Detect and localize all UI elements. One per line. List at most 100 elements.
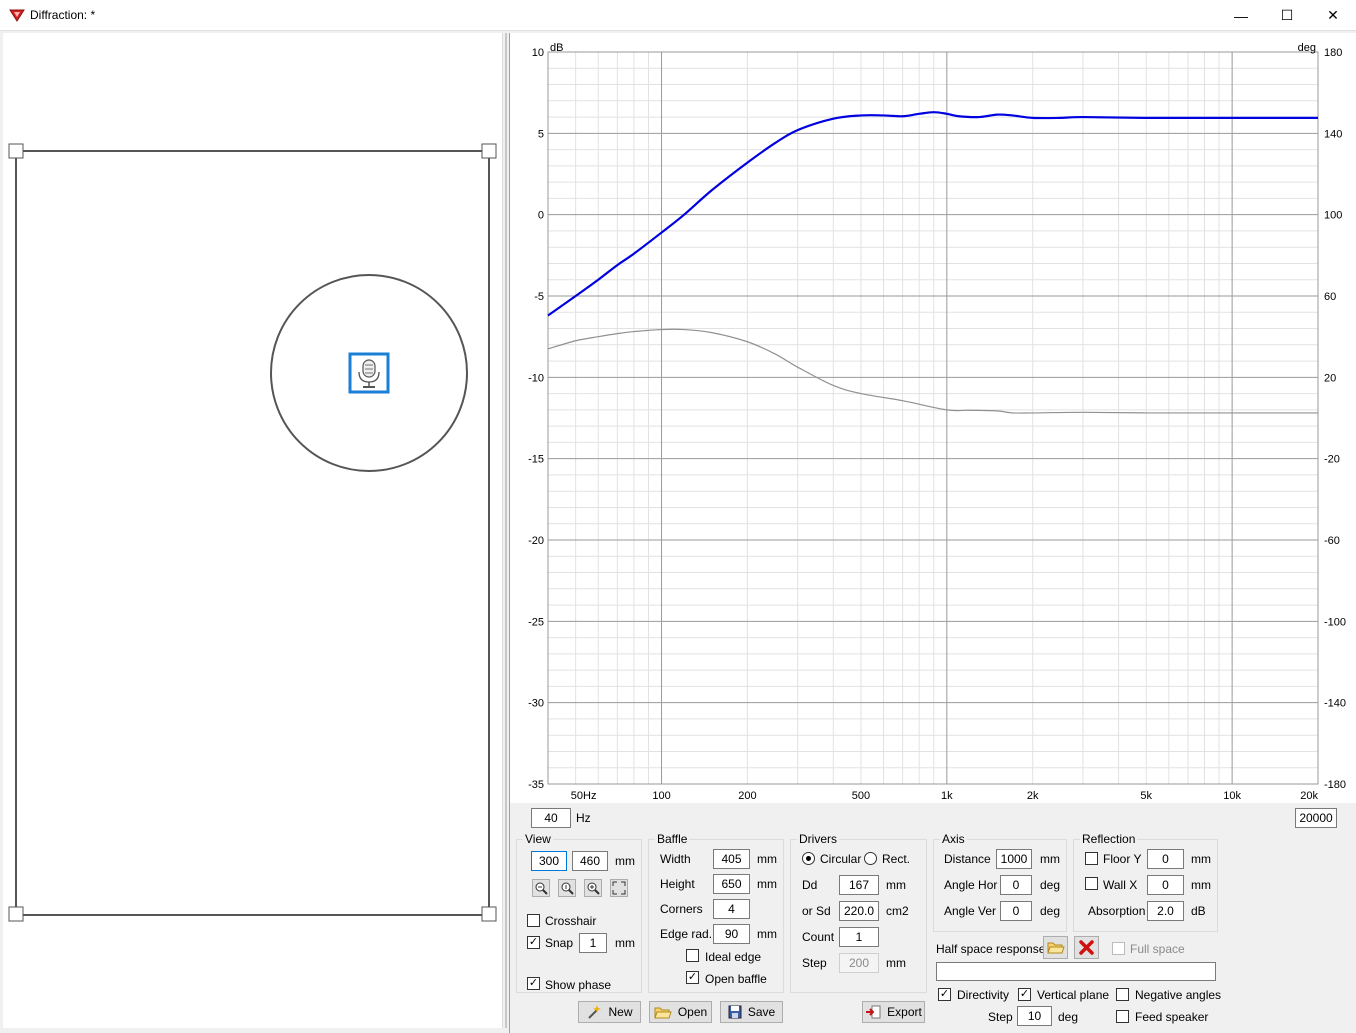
full-space-label: Full space — [1130, 942, 1185, 956]
angle-hor-input[interactable]: 0 — [1000, 875, 1032, 895]
rect-label: Rect. — [882, 852, 911, 866]
freq-min-input[interactable]: 40 — [531, 808, 571, 828]
view-width-input[interactable]: 300 — [531, 851, 567, 871]
full-space-checkbox[interactable] — [1112, 942, 1125, 955]
view-group: View 300 460 mm Crosshair ✓ Snap 1 mm ✓ … — [516, 832, 642, 993]
zoom-reset-button[interactable] — [558, 879, 576, 897]
edge-rad-unit: mm — [757, 927, 777, 941]
feed-speaker-checkbox[interactable] — [1116, 1010, 1129, 1023]
distance-input[interactable]: 1000 — [996, 849, 1032, 869]
minimize-button[interactable]: — — [1218, 0, 1264, 31]
step-label: Step — [802, 956, 827, 970]
show-phase-checkbox[interactable]: ✓ — [527, 977, 540, 990]
y-left-tick-label: 5 — [538, 128, 544, 140]
maximize-button[interactable]: ☐ — [1264, 0, 1310, 31]
floor-checkbox[interactable] — [1085, 852, 1098, 865]
baffle-outline[interactable] — [15, 150, 490, 916]
hz-label: Hz — [576, 811, 591, 825]
angle-ver-input[interactable]: 0 — [1000, 901, 1032, 921]
baffle-canvas[interactable] — [3, 33, 503, 1028]
resize-handle-top-left[interactable] — [8, 143, 24, 159]
close-button[interactable]: ✕ — [1310, 0, 1356, 31]
wall-label: Wall X — [1103, 878, 1138, 892]
resize-handle-top-right[interactable] — [481, 143, 497, 159]
step-unit: mm — [886, 956, 906, 970]
baffle-width-label: Width — [660, 852, 691, 866]
freq-max-input[interactable]: 20000 — [1295, 808, 1337, 828]
y-right-tick-label: -20 — [1324, 454, 1340, 466]
fit-view-button[interactable] — [610, 879, 628, 897]
resize-handle-bottom-right[interactable] — [481, 906, 497, 922]
y-left-tick-label: 0 — [538, 210, 544, 222]
microphone-icon[interactable] — [348, 352, 390, 394]
delete-icon — [1079, 940, 1094, 955]
corners-label: Corners — [660, 902, 703, 916]
wall-unit: mm — [1191, 878, 1211, 892]
right-panel: 10 5 0 -5 -10 -15 -20 -25 -30 -35 180 140 100 60 20 -20… — [509, 33, 1356, 1033]
y-right-tick-label: 20 — [1324, 372, 1336, 384]
edge-rad-input[interactable]: 90 — [713, 924, 750, 944]
absorption-input[interactable]: 2.0 — [1147, 901, 1184, 921]
view-unit-label: mm — [615, 854, 635, 868]
open-button[interactable]: Open — [649, 1001, 712, 1023]
circular-radio[interactable] — [802, 852, 815, 865]
snap-input[interactable]: 1 — [579, 933, 607, 953]
negative-angles-checkbox[interactable] — [1116, 988, 1129, 1001]
baffle-height-input[interactable]: 650 — [713, 874, 750, 894]
drivers-group-title: Drivers — [797, 832, 839, 846]
distance-unit: mm — [1040, 852, 1060, 866]
y-right-tick-label: -60 — [1324, 535, 1340, 547]
snap-label: Snap — [545, 936, 574, 950]
half-space-delete-button[interactable] — [1074, 936, 1099, 959]
ideal-edge-checkbox[interactable] — [686, 949, 699, 962]
export-button[interactable]: Export — [862, 1001, 925, 1023]
dd-input[interactable]: 167 — [839, 875, 879, 895]
baffle-height-label: Height — [660, 877, 695, 891]
x-tick-label: 50Hz — [571, 790, 597, 802]
directivity-step-input[interactable]: 10 — [1017, 1006, 1052, 1026]
new-button[interactable]: New — [578, 1001, 641, 1023]
half-space-open-button[interactable] — [1043, 936, 1068, 959]
corners-input[interactable]: 4 — [713, 899, 750, 919]
vertical-plane-checkbox[interactable]: ✓ — [1018, 988, 1031, 1001]
crosshair-checkbox[interactable] — [527, 914, 540, 927]
baffle-view[interactable] — [3, 33, 503, 1028]
sd-input[interactable]: 220.0 — [839, 901, 879, 921]
open-baffle-checkbox[interactable]: ✓ — [686, 971, 699, 984]
right-unit-label: deg — [1298, 42, 1316, 54]
angle-ver-label: Angle Ver — [944, 904, 997, 918]
rect-radio[interactable] — [864, 852, 877, 865]
half-space-path-input[interactable] — [936, 962, 1216, 981]
y-left-tick-label: -5 — [534, 291, 544, 303]
save-button[interactable]: Save — [720, 1001, 783, 1023]
wall-input[interactable]: 0 — [1147, 875, 1184, 895]
save-floppy-icon — [728, 1005, 742, 1019]
resize-handle-bottom-left[interactable] — [8, 906, 24, 922]
ideal-edge-label: Ideal edge — [705, 950, 762, 964]
vertical-plane-label: Vertical plane — [1037, 988, 1110, 1002]
y-right-tick-label: 140 — [1324, 128, 1342, 140]
wall-checkbox[interactable] — [1085, 877, 1098, 890]
y-left-tick-label: -25 — [528, 616, 544, 628]
frequency-response-chart[interactable]: 10 5 0 -5 -10 -15 -20 -25 -30 -35 180 140 100 60 20 -20… — [510, 33, 1356, 803]
baffle-width-input[interactable]: 405 — [713, 849, 750, 869]
dd-unit: mm — [886, 878, 906, 892]
drivers-group: Drivers Circular Rect. Dd 167 mm or Sd 2… — [790, 832, 927, 993]
zoom-out-button[interactable] — [532, 879, 550, 897]
snap-checkbox[interactable]: ✓ — [527, 936, 540, 949]
zoom-in-button[interactable] — [584, 879, 602, 897]
y-left-tick-label: -35 — [528, 779, 544, 791]
y-right-tick-label: 60 — [1324, 291, 1336, 303]
circular-label: Circular — [820, 852, 862, 866]
driver-step-input[interactable]: 200 — [839, 953, 879, 973]
count-label: Count — [802, 930, 835, 944]
distance-label: Distance — [944, 852, 991, 866]
floor-input[interactable]: 0 — [1147, 849, 1184, 869]
count-input[interactable]: 1 — [839, 927, 879, 947]
show-phase-label: Show phase — [545, 978, 612, 992]
view-height-input[interactable]: 460 — [572, 851, 608, 871]
dd-label: Dd — [802, 878, 818, 892]
floor-unit: mm — [1191, 852, 1211, 866]
directivity-checkbox[interactable]: ✓ — [938, 988, 951, 1001]
directivity-step-label: Step — [988, 1010, 1013, 1024]
